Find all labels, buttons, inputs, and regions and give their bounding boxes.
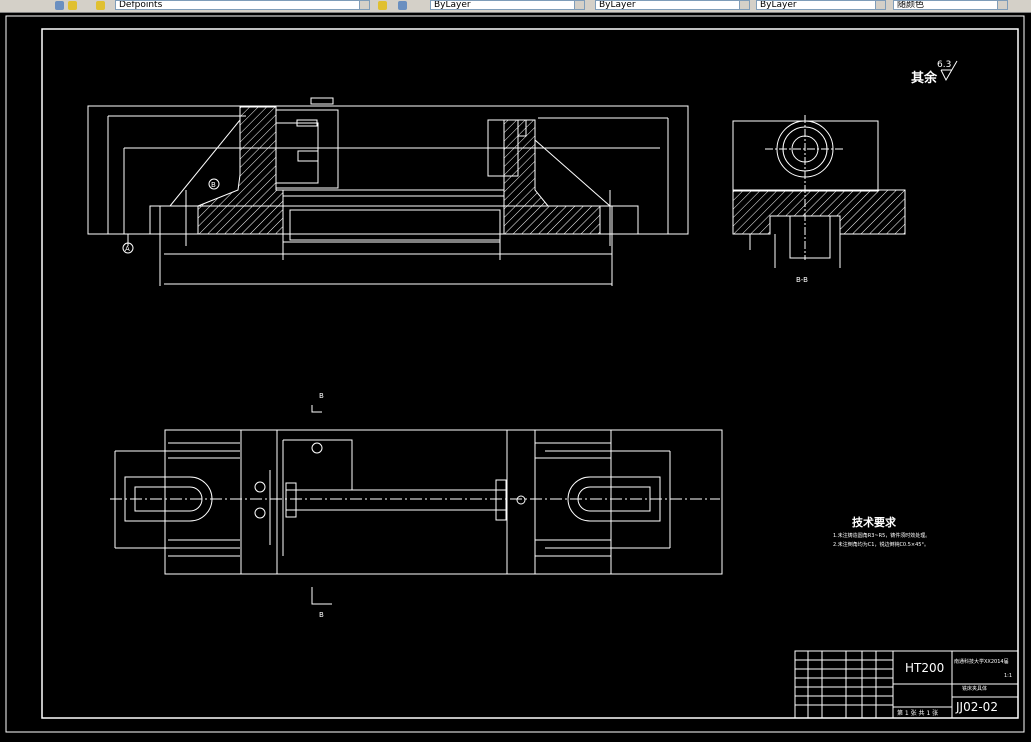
title-scale: 1:1 xyxy=(1004,673,1012,679)
properties-toolbar: Defpoints ByLayer ByLayer ByLayer 随颜色 xyxy=(0,0,1031,13)
layer-dropdown[interactable]: Defpoints xyxy=(115,0,370,10)
drawing-svg: 其余 6.3 A B B-B B B 技术要求 1.未注铸造圆角R3~R5，铸件… xyxy=(5,15,1025,733)
technical-requirements: 技术要求 1.未注铸造圆角R3~R5，铸件须时效处理。 2.未注倒角均为C1，锐… xyxy=(833,515,930,548)
chevron-down-icon xyxy=(574,1,584,9)
color-value: ByLayer xyxy=(434,0,471,10)
datum-b-label: B xyxy=(211,181,216,189)
section-label: B-B xyxy=(796,276,808,284)
lineweight-dropdown[interactable]: ByLayer xyxy=(756,0,886,10)
top-view xyxy=(110,429,723,575)
drawing-canvas[interactable]: 其余 6.3 A B B-B B B 技术要求 1.未注铸造圆角R3~R5，铸件… xyxy=(0,13,1031,738)
chevron-down-icon xyxy=(997,1,1007,9)
tech-title: 技术要求 xyxy=(852,515,897,529)
layer-previous-icon[interactable] xyxy=(398,1,407,10)
tech-line-2: 2.未注倒角均为C1，锐边倒钝C0.5×45°。 xyxy=(833,541,929,548)
title-part-name: 铣床夹具体 xyxy=(962,685,987,692)
plotstyle-value: 随颜色 xyxy=(897,0,925,10)
linetype-value: ByLayer xyxy=(599,0,636,10)
side-section-view xyxy=(732,115,906,268)
title-drawing-no: JJ02-02 xyxy=(955,700,998,714)
roughness-value: 6.3 xyxy=(937,60,951,70)
datum-a-marker: A xyxy=(122,242,134,254)
section-mark-top: B xyxy=(319,392,324,400)
layer-value: Defpoints xyxy=(119,0,163,10)
plotstyle-dropdown[interactable]: 随颜色 xyxy=(893,0,1008,10)
make-current-icon[interactable] xyxy=(378,1,387,10)
title-material: HT200 xyxy=(905,661,944,675)
title-sheet: 第 1 张 共 1 张 xyxy=(897,709,938,717)
color-dropdown[interactable]: ByLayer xyxy=(430,0,585,10)
linetype-dropdown[interactable]: ByLayer xyxy=(595,0,750,10)
title-school: 南通科技大学XX2014届 xyxy=(954,658,1009,665)
front-view xyxy=(87,97,689,286)
chevron-down-icon xyxy=(875,1,885,9)
tech-line-1: 1.未注铸造圆角R3~R5，铸件须时效处理。 xyxy=(833,532,930,539)
section-mark-bottom: B xyxy=(319,611,324,619)
datum-b-marker: B xyxy=(208,178,220,190)
roughness-mark: 其余 6.3 xyxy=(911,60,958,86)
layer-bulb-icon[interactable] xyxy=(96,1,105,10)
chevron-down-icon xyxy=(739,1,749,9)
roughness-label: 其余 xyxy=(911,70,938,86)
layer-manager-icon[interactable] xyxy=(55,1,64,10)
chevron-down-icon xyxy=(359,1,369,9)
datum-a-label: A xyxy=(125,245,130,253)
layer-state-icon[interactable] xyxy=(68,1,77,10)
lineweight-value: ByLayer xyxy=(760,0,797,10)
